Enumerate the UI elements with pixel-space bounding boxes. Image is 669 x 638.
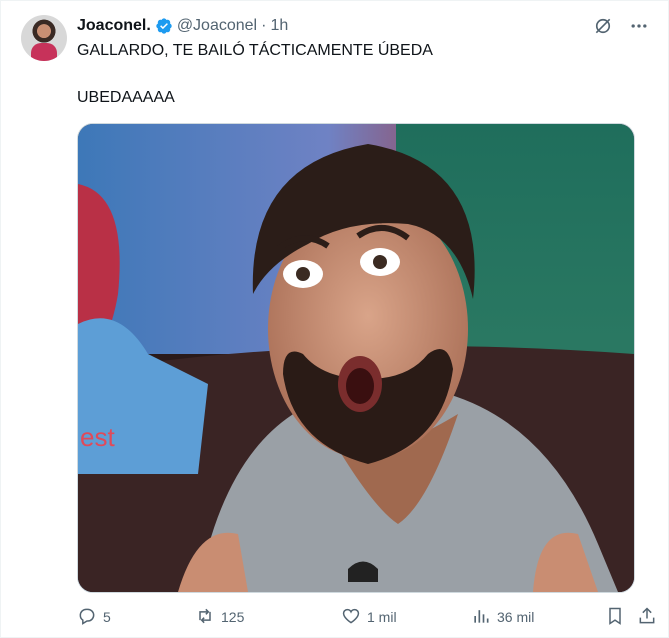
share-icon (637, 606, 657, 629)
separator-dot: · (261, 17, 267, 34)
repost-button[interactable]: 125 (195, 606, 244, 629)
background-shirt-text: est (80, 422, 115, 452)
tweet-header: Joaconel. @Joaconel · 1h (77, 15, 288, 37)
views-button[interactable]: 36 mil (471, 606, 534, 629)
bookmark-button[interactable] (605, 606, 625, 629)
bookmark-icon (605, 606, 625, 629)
like-count: 1 mil (367, 609, 397, 625)
tweet-actions-bar: 5 125 1 mil 36 mil (77, 605, 657, 629)
avatar[interactable] (21, 15, 67, 61)
reply-icon (77, 606, 97, 629)
tweet-text-line-2: UBEDAAAAA (77, 89, 175, 106)
heart-icon (341, 606, 361, 629)
like-button[interactable]: 1 mil (341, 606, 397, 629)
verified-badge-icon[interactable] (155, 17, 173, 35)
tweet-card[interactable]: Joaconel. @Joaconel · 1h GALLARDO, TE BA… (0, 0, 669, 638)
views-chart-icon (471, 606, 491, 629)
more-icon[interactable] (628, 15, 650, 37)
reply-button[interactable]: 5 (77, 606, 111, 629)
handle[interactable]: @Joaconel (177, 17, 257, 35)
repost-icon (195, 606, 215, 629)
repost-count: 125 (221, 609, 245, 625)
tweet-top-actions (592, 15, 650, 37)
reply-count: 5 (103, 609, 111, 625)
display-name[interactable]: Joaconel. (77, 17, 151, 35)
grok-icon[interactable] (592, 15, 614, 37)
tweet-media-image[interactable]: est (77, 123, 635, 593)
tweet-text-line-1: GALLARDO, TE BAILÓ TÁCTICAMENTE ÚBEDA (77, 42, 433, 59)
avatar-shirt (31, 43, 57, 61)
timestamp[interactable]: 1h (270, 17, 288, 35)
views-count: 36 mil (497, 609, 535, 625)
media-illustration: est (78, 124, 634, 592)
share-button[interactable] (637, 606, 657, 629)
